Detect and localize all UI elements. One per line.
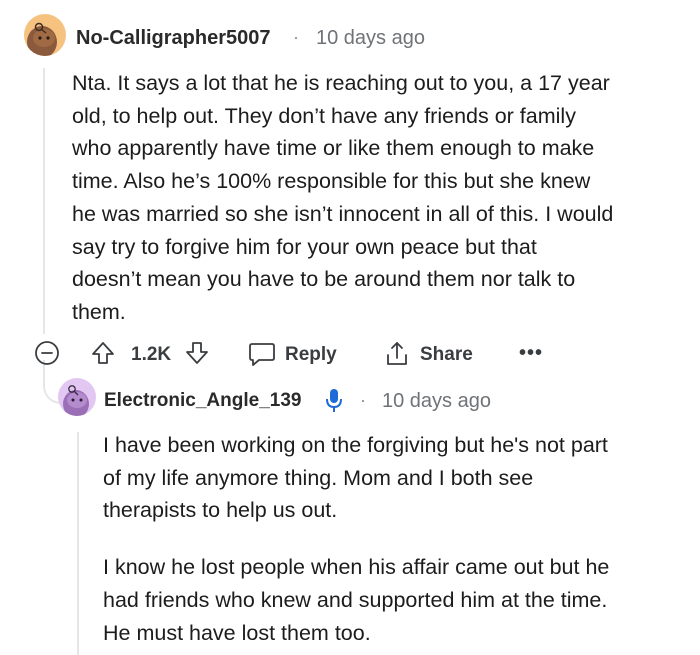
arrow-down-icon (186, 342, 208, 364)
separator-dot: · (360, 390, 366, 410)
reply-line: I have been working on the forgiving but… (103, 433, 608, 457)
user-avatar[interactable] (24, 14, 66, 56)
reply-username[interactable]: Electronic_Angle_139 (104, 390, 301, 412)
comment-line: them. (72, 299, 126, 324)
arrow-up-icon (92, 342, 114, 364)
minus-circle-icon (35, 341, 59, 365)
reply-timestamp: 10 days ago (382, 390, 491, 412)
reply-button[interactable] (247, 341, 277, 367)
reply-thread-line (77, 432, 79, 655)
comment-line: old, to help out. They don’t have any fr… (72, 103, 576, 128)
reply-label[interactable]: Reply (285, 344, 337, 366)
comment-username[interactable]: No-Calligrapher5007 (76, 27, 271, 50)
reply-body: I have been working on the forgiving but… (103, 429, 693, 649)
comment-line: Nta. It says a lot that he is reaching o… (72, 71, 610, 95)
comment-line: say try to forgive him for your own peac… (72, 234, 537, 259)
comment-action-bar: 1.2K Reply Share ••• (34, 336, 554, 372)
reply-user-avatar[interactable] (58, 378, 96, 416)
collapse-button[interactable] (34, 340, 60, 366)
reply-line: I know he lost people when his affair ca… (103, 555, 610, 580)
reply-line: therapists to help us out. (103, 498, 338, 523)
thread-line (43, 68, 45, 334)
comment-line: time. Also he’s 100% responsible for thi… (72, 169, 591, 194)
share-label[interactable]: Share (420, 344, 473, 366)
speech-bubble-icon (249, 343, 275, 366)
snoo-avatar-icon (27, 22, 57, 56)
reply-line: of my life anymore thing. Mom and I both… (103, 465, 534, 490)
share-icon (387, 342, 407, 365)
upvote-button[interactable] (90, 340, 116, 366)
comment-line: he was married so she isn’t innocent in … (72, 201, 614, 226)
vote-count: 1.2K (131, 344, 172, 365)
separator-dot: · (293, 27, 299, 47)
comment-timestamp: 10 days ago (316, 27, 425, 49)
downvote-button[interactable] (184, 340, 210, 366)
reply-line: He must have lost them too. (103, 620, 371, 645)
more-options-button[interactable]: ••• (519, 342, 543, 365)
comment-line: doesn’t mean you have to be around them … (72, 267, 576, 292)
comment-body: Nta. It says a lot that he is reaching o… (72, 67, 692, 329)
reply-line: had friends who knew and supported him a… (103, 587, 608, 612)
share-button[interactable] (383, 340, 411, 368)
comment-line: who apparently have time or like them en… (72, 136, 595, 161)
microphone-icon (323, 387, 345, 415)
snoo-avatar-icon (63, 385, 89, 416)
